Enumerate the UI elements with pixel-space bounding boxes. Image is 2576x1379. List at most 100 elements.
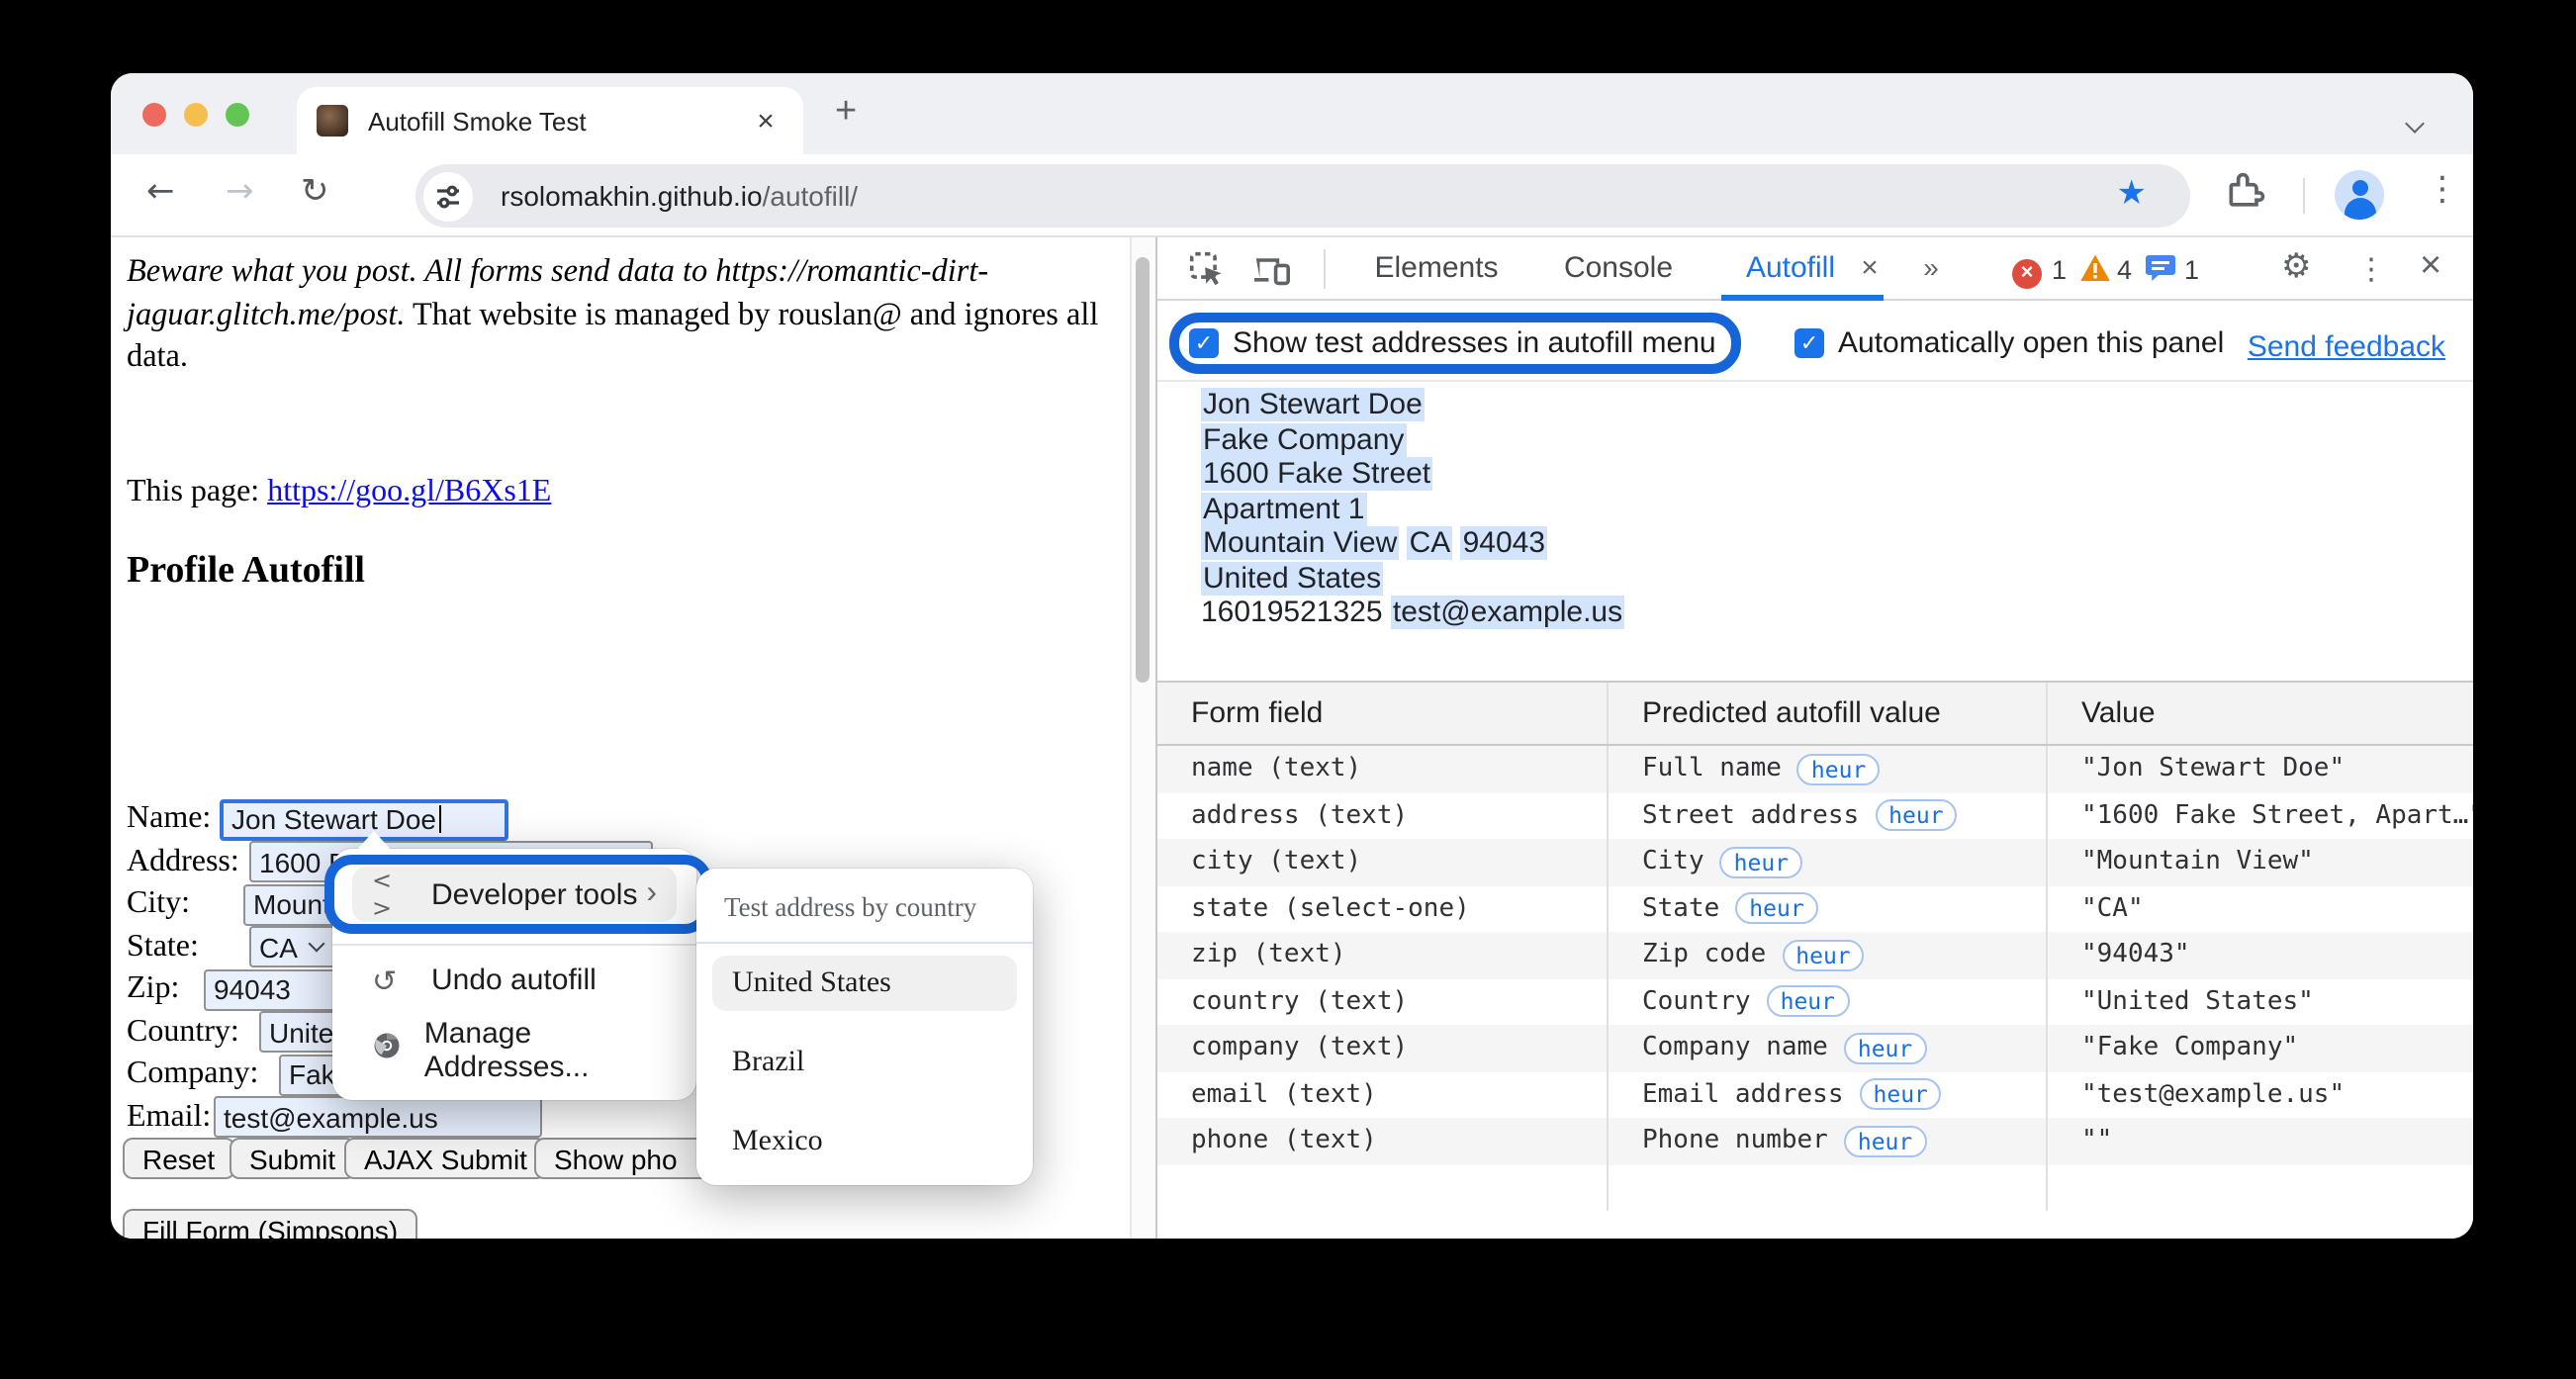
address-line: 16019521325 test@example.us: [1201, 596, 1625, 629]
address-label: Address:: [127, 844, 239, 877]
header-value: Value: [2081, 696, 2156, 730]
more-tabs-icon[interactable]: »: [1923, 251, 1939, 283]
chrome-logo-icon: [372, 1031, 409, 1068]
form-row-name: Name: Jon Stewart Doe: [127, 797, 508, 841]
header-form-field: Form field: [1157, 683, 1609, 744]
forward-icon[interactable]: →: [226, 172, 254, 212]
form-row-zip: Zip: 94043: [127, 967, 550, 1011]
heur-badge: heur: [1735, 892, 1818, 925]
autofill-table: Form field Predicted autofill value Valu…: [1157, 681, 2473, 1211]
issues-count: 1: [2184, 255, 2200, 285]
state-select[interactable]: CA: [249, 926, 336, 967]
table-row[interactable]: state (select-one) State heur "CA": [1157, 885, 2473, 932]
url-host: rsolomakhin.github.io: [501, 180, 763, 212]
site-info-icon[interactable]: [423, 171, 473, 221]
heur-badge: heur: [1719, 846, 1803, 878]
table-row[interactable]: company (text) Company name heur "Fake Co…: [1157, 1025, 2473, 1071]
menu-item-undo-autofill[interactable]: ↺ Undo autofill: [352, 946, 677, 1015]
heur-badge: heur: [1766, 985, 1849, 1018]
table-row[interactable]: phone (text) Phone number heur "": [1157, 1118, 2473, 1164]
submit-button[interactable]: Submit: [230, 1138, 356, 1179]
device-toolbar-icon[interactable]: [1252, 251, 1292, 297]
email-input[interactable]: test@example.us: [214, 1096, 542, 1138]
short-link[interactable]: https://goo.gl/B6Xs1E: [267, 475, 551, 508]
traffic-zoom-button[interactable]: [226, 103, 249, 127]
devtools-kebab-icon[interactable]: ⋮: [2356, 251, 2386, 287]
show-test-addresses-checkbox[interactable]: ✓: [1189, 328, 1219, 358]
browser-tab[interactable]: Autofill Smoke Test ×: [297, 87, 803, 154]
devtools-settings-gear-icon[interactable]: ⚙: [2281, 247, 2312, 287]
toolbar-divider: [2303, 178, 2305, 214]
fill-form-simpsons-button[interactable]: Fill Form (Simpsons): [123, 1209, 418, 1239]
this-page-label: This page:: [127, 475, 268, 508]
address-line: Fake Company: [1201, 422, 1407, 456]
table-header: Form field Predicted autofill value Valu…: [1157, 681, 2473, 746]
url-path: /autofill/: [762, 180, 859, 212]
omnibox[interactable]: rsolomakhin.github.io/autofill/ ★: [415, 164, 2190, 228]
address-line: Apartment 1: [1201, 492, 1367, 525]
submenu-separator: [696, 942, 1033, 944]
form-row-email: Email: test@example.us: [127, 1095, 542, 1139]
this-page-line: This page: https://goo.gl/B6Xs1E: [127, 475, 551, 510]
reset-button[interactable]: Reset: [123, 1138, 235, 1179]
select-chevron-icon: [309, 935, 326, 953]
back-icon[interactable]: ←: [146, 172, 175, 212]
menu-item-manage-addresses[interactable]: Manage Addresses...: [352, 1015, 677, 1084]
tab-elements[interactable]: Elements: [1374, 251, 1498, 285]
table-row[interactable]: name (text) Full name heur "Jon Stewart D…: [1157, 746, 2473, 792]
ajax-submit-button[interactable]: AJAX Submit: [344, 1138, 547, 1179]
browser-toolbar: ← → ↻ rsolomakhin.github.io/autofill/ ★ …: [111, 154, 2473, 237]
devtools-toolbar: Elements Console Autofill × » × 1 4 1 ⚙ …: [1157, 237, 2473, 301]
address-line: 1600 Fake Street: [1201, 457, 1433, 491]
new-tab-icon[interactable]: +: [835, 91, 857, 135]
submenu-item-united-states[interactable]: United States: [712, 956, 1017, 1011]
console-errors-icon[interactable]: ×: [2012, 253, 2042, 289]
email-label: Email:: [127, 1099, 212, 1133]
traffic-minimize-button[interactable]: [184, 103, 208, 127]
autofill-panel-options: ✓ Show test addresses in autofill menu ✓…: [1157, 301, 2473, 382]
test-address-submenu: Test address by country United States Br…: [696, 869, 1033, 1185]
table-row[interactable]: zip (text) Zip code heur "94043": [1157, 932, 2473, 978]
table-row[interactable]: country (text) Country heur "United State…: [1157, 978, 2473, 1025]
issues-icon[interactable]: [2145, 253, 2176, 293]
profile-avatar[interactable]: [2335, 170, 2384, 220]
content-area: Beware what you post. All forms send dat…: [111, 237, 2473, 1239]
address-line: Jon Stewart Doe: [1201, 388, 1425, 421]
tab-title: Autofill Smoke Test: [368, 106, 587, 136]
table-row[interactable]: city (text) City heur "Mountain View": [1157, 839, 2473, 885]
form-row-state: State: CA: [127, 925, 336, 968]
tab-search-chevron-icon[interactable]: [2405, 105, 2426, 134]
submenu-item-mexico[interactable]: Mexico: [712, 1114, 1017, 1169]
form-row-country: Country: United States: [127, 1010, 653, 1054]
auto-open-checkbox[interactable]: ✓: [1794, 328, 1824, 358]
inspect-element-icon[interactable]: [1189, 251, 1225, 297]
devtools-close-icon[interactable]: ×: [2420, 245, 2441, 289]
reload-icon[interactable]: ↻: [301, 172, 329, 212]
name-label: Name:: [127, 801, 212, 835]
tab-console[interactable]: Console: [1564, 251, 1673, 285]
error-count: 1: [2052, 255, 2068, 285]
tab-close-icon[interactable]: ×: [748, 104, 783, 138]
tab-favicon: [317, 105, 348, 137]
form-row-company: Company: Fake Company: [127, 1053, 653, 1096]
browser-menu-kebab-icon[interactable]: ⋮: [2426, 170, 2459, 210]
auto-open-label: Automatically open this panel: [1838, 326, 2225, 360]
tab-autofill-close-icon[interactable]: ×: [1861, 251, 1879, 285]
annotation-highlight-show-test: ✓ Show test addresses in autofill menu: [1169, 313, 1742, 374]
show-test-addresses-label: Show test addresses in autofill menu: [1233, 326, 1716, 360]
page-scrollbar-thumb[interactable]: [1136, 257, 1150, 683]
tab-strip: Autofill Smoke Test × +: [111, 73, 2473, 154]
undo-icon: ↺: [372, 963, 398, 998]
console-warnings-icon[interactable]: [2079, 253, 2111, 293]
send-feedback-link[interactable]: Send feedback: [2248, 330, 2445, 364]
company-label: Company:: [127, 1057, 259, 1090]
tab-autofill[interactable]: Autofill: [1746, 251, 1835, 285]
bookmark-star-icon[interactable]: ★: [2117, 174, 2148, 214]
heur-badge: heur: [1875, 799, 1958, 832]
table-row[interactable]: address (text) Street address heur "1600 …: [1157, 792, 2473, 839]
traffic-close-button[interactable]: [142, 103, 166, 127]
extensions-icon[interactable]: [2224, 170, 2267, 224]
submenu-item-brazil[interactable]: Brazil: [712, 1035, 1017, 1090]
table-row[interactable]: email (text) Email address heur "test@exa…: [1157, 1071, 2473, 1118]
heur-badge: heur: [1843, 1032, 1927, 1064]
